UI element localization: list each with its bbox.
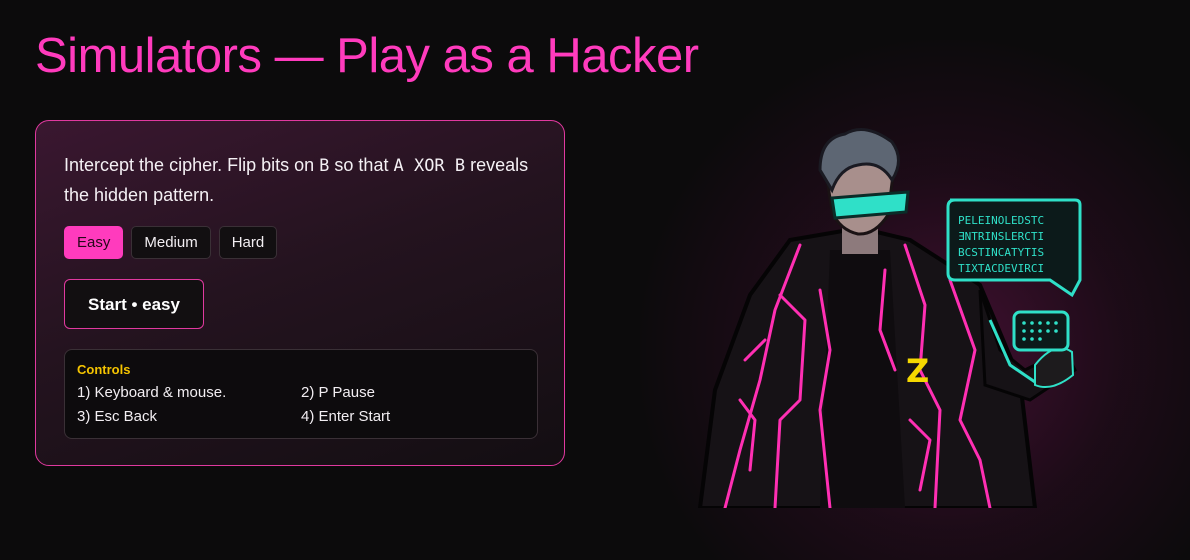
difficulty-medium-button[interactable]: Medium [131,226,211,259]
hacker-illustration: Z PELEINOLEDSTC ƎNTRINSLERCTI BCSTINCATY… [697,128,1082,508]
controls-panel: Controls 1) Keyboard & mouse. 2) P Pause… [64,349,538,439]
simulator-card: Intercept the cipher. Flip bits on B so … [35,120,565,466]
hacker-shirt [820,250,905,508]
difficulty-easy-button[interactable]: Easy [64,226,124,259]
control-item: 4) Enter Start [301,408,391,425]
description-text-mid: so that [334,155,389,175]
hologram-line: TIXTACDEVIRCI [958,262,1044,275]
description-text: Intercept the cipher. Flip bits on [64,155,315,175]
hologram-panel: PELEINOLEDSTC ƎNTRINSLERCTI BCSTINCATYTI… [946,198,1082,298]
visor-glasses [830,190,910,220]
control-item: 1) Keyboard & mouse. [77,384,227,401]
hologram-line: BCSTINCATYTIS [958,246,1044,259]
badge-z: Z [906,352,929,390]
controls-title: Controls [77,362,131,377]
hologram-line: ƎNTRINSLERCTI [958,230,1044,243]
page-title: Simulators — Play as a Hacker [35,29,699,83]
simulator-description: Intercept the cipher. Flip bits on B so … [64,151,534,210]
chat-bubble-icon [1012,310,1070,352]
hologram-line: PELEINOLEDSTC [958,214,1044,227]
xor-expression: A XOR B [393,156,466,176]
difficulty-hard-button[interactable]: Hard [218,226,278,259]
control-item: 2) P Pause [301,384,375,401]
start-button[interactable]: Start • easy [64,279,204,329]
hacker-hand [1034,347,1075,388]
difficulty-selector: Easy Medium Hard [64,226,278,259]
variable-b: B [319,156,330,176]
control-item: 3) Esc Back [77,408,158,425]
